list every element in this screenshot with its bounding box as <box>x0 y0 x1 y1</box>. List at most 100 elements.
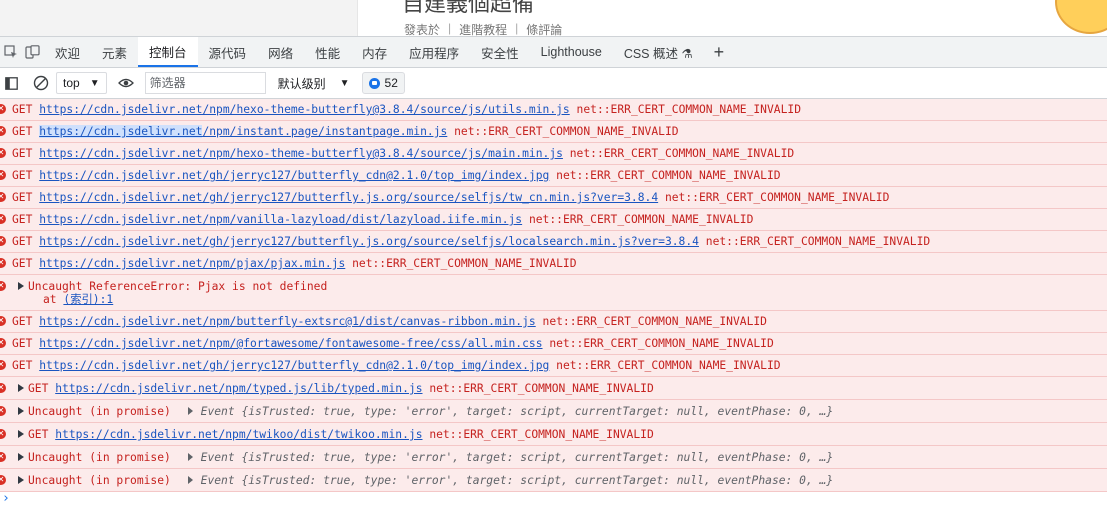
error-icon: ✕ <box>0 452 6 462</box>
request-url[interactable]: https://cdn.jsdelivr.net/npm/typed.js/li… <box>55 382 422 395</box>
expand-triangle-icon[interactable] <box>18 384 24 392</box>
error-code: net::ERR_CERT_COMMON_NAME_INVALID <box>454 125 679 138</box>
expand-object-icon[interactable] <box>187 453 193 461</box>
request-url[interactable]: https://cdn.jsdelivr.net/npm/butterfly-e… <box>39 315 536 328</box>
request-method: GET <box>12 213 33 226</box>
log-level-value: 默认级别 <box>277 76 326 91</box>
error-code: net::ERR_CERT_COMMON_NAME_INVALID <box>528 213 754 226</box>
request-method: GET <box>12 235 33 248</box>
add-tab-button[interactable]: + <box>704 37 735 67</box>
error-icon: ✕ <box>0 475 6 485</box>
url-rest: /npm/instant.page/instantpage.min.js <box>202 125 448 138</box>
request-url[interactable]: https://cdn.jsdelivr.net/npm/instant.pag… <box>39 125 447 138</box>
request-url[interactable]: https://cdn.jsdelivr.net/npm/pjax/pjax.m… <box>39 257 345 270</box>
request-url[interactable]: https://cdn.jsdelivr.net/npm/vanilla-laz… <box>39 213 522 226</box>
tab-network[interactable]: 网络 <box>257 37 304 67</box>
console-error-row: ✕ Uncaught (in promise) Event {isTrusted… <box>0 469 1107 492</box>
issues-badge[interactable]: 52 <box>361 72 405 94</box>
request-url[interactable]: https://cdn.jsdelivr.net/gh/jerryc127/bu… <box>39 235 699 248</box>
live-expression-icon[interactable] <box>115 72 137 94</box>
error-icon: ✕ <box>0 126 6 136</box>
error-code: net::ERR_CERT_COMMON_NAME_INVALID <box>429 428 654 441</box>
error-code: net::ERR_CERT_COMMON_NAME_INVALID <box>429 382 654 395</box>
console-error-row: ✕ GET https://cdn.jsdelivr.net/npm/@fort… <box>0 333 1107 355</box>
expand-triangle-icon[interactable] <box>18 430 24 438</box>
event-object-text: Event {isTrusted: true, type: 'error', t… <box>200 405 834 418</box>
chevron-down-icon: ▼ <box>89 77 100 89</box>
event-object[interactable]: Event {isTrusted: true, type: 'error', t… <box>178 405 834 418</box>
request-url[interactable]: https://cdn.jsdelivr.net/npm/hexo-theme-… <box>39 103 570 116</box>
error-code: net::ERR_CERT_COMMON_NAME_INVALID <box>542 315 767 328</box>
expand-triangle-icon[interactable] <box>18 453 24 461</box>
selected-text: https://cdn.jsdelivr.net <box>39 125 203 138</box>
event-object[interactable]: Event {isTrusted: true, type: 'error', t… <box>178 474 833 487</box>
meta-published[interactable]: 發表於 <box>404 21 440 36</box>
article-meta: 發表於 | 進階教程 | 條評論 <box>404 21 562 36</box>
expand-triangle-icon[interactable] <box>18 407 24 415</box>
filter-input[interactable] <box>144 72 266 94</box>
tab-security[interactable]: 安全性 <box>470 37 530 67</box>
inspect-element-icon[interactable] <box>0 37 22 67</box>
clear-console-icon[interactable] <box>30 72 52 94</box>
tab-performance[interactable]: 性能 <box>304 37 351 67</box>
error-icon: ✕ <box>0 360 6 370</box>
error-code: net::ERR_CERT_COMMON_NAME_INVALID <box>664 191 890 204</box>
request-method: GET <box>12 315 33 328</box>
error-icon: ✕ <box>0 192 6 202</box>
error-icon: ✕ <box>0 170 6 180</box>
request-url[interactable]: https://cdn.jsdelivr.net/npm/twikoo/dist… <box>55 428 422 441</box>
request-method: GET <box>12 359 33 372</box>
console-error-row: ✕ GET https://cdn.jsdelivr.net/npm/pjax/… <box>0 253 1107 275</box>
tab-memory[interactable]: 内存 <box>351 37 398 67</box>
event-object[interactable]: Event {isTrusted: true, type: 'error', t… <box>178 451 834 464</box>
error-icon: ✕ <box>0 236 6 246</box>
error-code: net::ERR_CERT_COMMON_NAME_INVALID <box>549 337 774 350</box>
request-url[interactable]: https://cdn.jsdelivr.net/npm/hexo-theme-… <box>39 147 563 160</box>
error-icon: ✕ <box>0 214 6 224</box>
request-url[interactable]: https://cdn.jsdelivr.net/gh/jerryc127/bu… <box>39 359 549 372</box>
article-heading: 自建義個超備 <box>402 0 535 17</box>
sidebar-toggle-icon[interactable] <box>0 72 22 94</box>
tab-console[interactable]: 控制台 <box>138 37 198 67</box>
event-object-text: Event {isTrusted: true, type: 'error', t… <box>200 451 834 464</box>
log-level-select[interactable]: 默认级别 ▼ <box>274 72 354 94</box>
expand-triangle-icon[interactable] <box>18 282 24 290</box>
tab-welcome[interactable]: 欢迎 <box>44 37 91 67</box>
request-method: GET <box>12 103 33 116</box>
tab-elements[interactable]: 元素 <box>91 37 138 67</box>
request-url[interactable]: https://cdn.jsdelivr.net/gh/jerryc127/bu… <box>39 169 549 182</box>
article-area: 自建義個超備 發表於 | 進階教程 | 條評論 <box>357 0 1107 36</box>
request-method: GET <box>12 191 33 204</box>
tab-css-overview[interactable]: CSS 概述 ⚗ <box>613 37 704 67</box>
console-error-row: ✕ GET https://cdn.jsdelivr.net/npm/vanil… <box>0 209 1107 231</box>
meta-separator: | <box>448 21 452 35</box>
error-message: Uncaught (in promise) <box>28 451 171 464</box>
stack-trace: at (索引):1 <box>28 293 1107 306</box>
error-code: net::ERR_CERT_COMMON_NAME_INVALID <box>352 257 577 270</box>
request-url[interactable]: https://cdn.jsdelivr.net/npm/@fortawesom… <box>39 337 542 350</box>
request-method: GET <box>28 428 49 441</box>
console-prompt[interactable]: › <box>2 491 10 506</box>
expand-object-icon[interactable] <box>187 476 193 484</box>
expand-triangle-icon[interactable] <box>18 476 24 484</box>
console-toolbar: top ▼ 默认级别 ▼ 52 <box>0 68 1107 99</box>
console-error-row: ✕ GET https://cdn.jsdelivr.net/gh/jerryc… <box>0 231 1107 253</box>
error-icon: ✕ <box>0 104 6 114</box>
tab-lighthouse[interactable]: Lighthouse <box>530 37 613 67</box>
console-error-row: ✕ Uncaught ReferenceError: Pjax is not d… <box>0 275 1107 311</box>
source-link[interactable]: (索引):1 <box>63 293 113 306</box>
request-method: GET <box>12 125 33 138</box>
error-icon: ✕ <box>0 406 6 416</box>
device-toolbar-icon[interactable] <box>22 37 44 67</box>
meta-category[interactable]: 進階教程 <box>459 21 507 36</box>
context-select[interactable]: top ▼ <box>56 72 107 94</box>
request-url[interactable]: https://cdn.jsdelivr.net/gh/jerryc127/bu… <box>39 191 658 204</box>
error-icon: ✕ <box>0 258 6 268</box>
tab-application[interactable]: 应用程序 <box>398 37 470 67</box>
error-code: net::ERR_CERT_COMMON_NAME_INVALID <box>556 359 781 372</box>
expand-object-icon[interactable] <box>187 407 193 415</box>
tab-sources[interactable]: 源代码 <box>198 37 258 67</box>
meta-comments[interactable]: 條評論 <box>526 21 562 36</box>
console-error-row: ✕ GET https://cdn.jsdelivr.net/npm/typed… <box>0 377 1107 400</box>
meta-separator: | <box>515 21 519 35</box>
